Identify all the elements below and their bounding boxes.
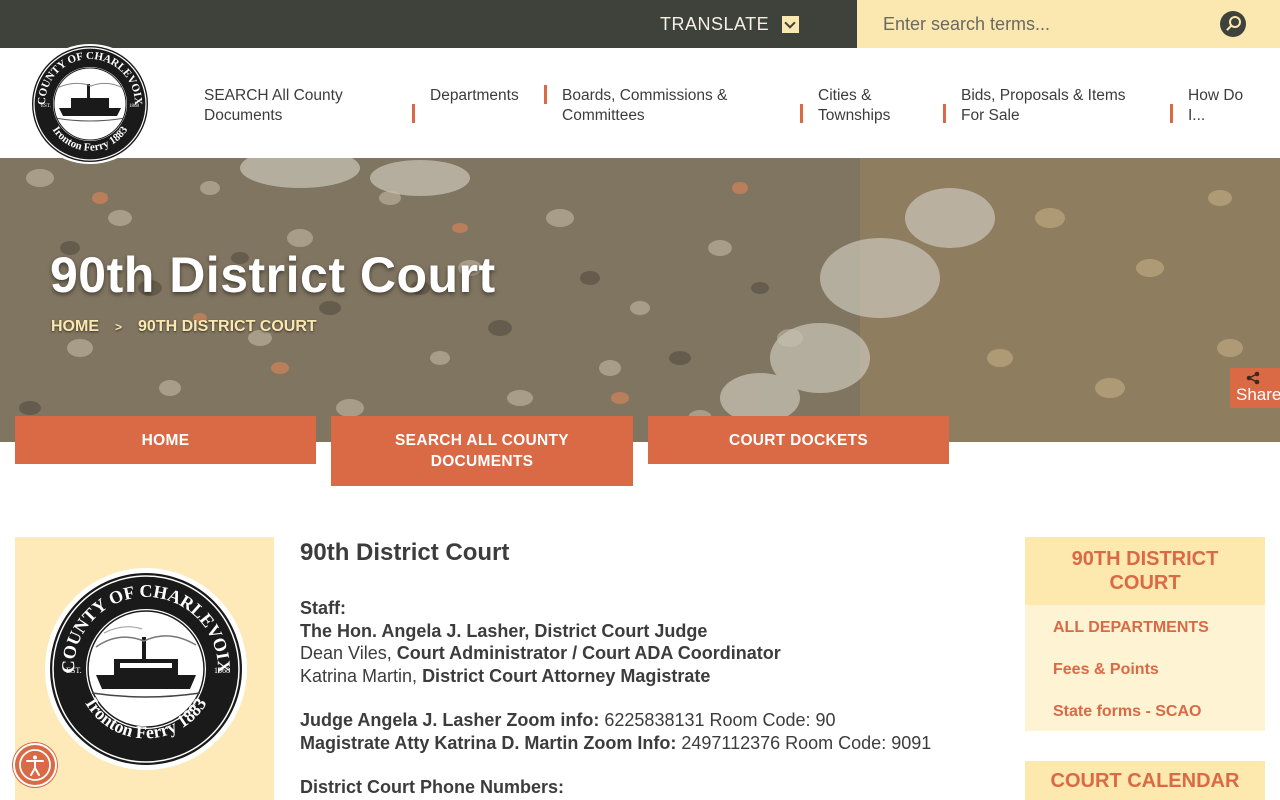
phone-numbers-label: District Court Phone Numbers:	[300, 777, 565, 797]
translate-button[interactable]: TRANSLATE	[660, 12, 800, 36]
share-button[interactable]: Share	[1230, 368, 1280, 408]
main-content: 90th District Court Staff: The Hon. Ange…	[300, 537, 1000, 799]
chevron-down-icon	[782, 15, 800, 33]
breadcrumb-current: 90TH DISTRICT COURT	[138, 318, 317, 335]
sidebar-link-all-departments[interactable]: ALL DEPARTMENTS	[1025, 607, 1265, 649]
search-input[interactable]	[857, 0, 1207, 48]
breadcrumb-home[interactable]: HOME	[51, 318, 99, 336]
sidebar: 90TH DISTRICT COURT ALL DEPARTMENTS Fees…	[1025, 537, 1265, 800]
nav-departments[interactable]: Departments	[430, 86, 540, 106]
svg-text:EST.: EST.	[66, 666, 82, 675]
translate-label: TRANSLATE	[660, 13, 770, 34]
share-icon	[1246, 371, 1260, 385]
svg-text:EST.: EST.	[41, 104, 51, 109]
svg-text:1868: 1868	[129, 104, 140, 109]
breadcrumb: HOME > 90TH DISTRICT COURT	[51, 318, 317, 336]
content-heading: 90th District Court	[300, 539, 510, 566]
sidebar-link-fees-points[interactable]: Fees & Points	[1025, 649, 1265, 691]
nav-search-all-county-documents[interactable]: SEARCH All County Documents	[204, 86, 379, 126]
staff-label: Staff:	[300, 598, 346, 618]
nav-divider	[412, 104, 415, 123]
county-seal-image: COUNTY OF CHARLEVOIX Ironton Ferry 1883 …	[45, 568, 247, 770]
nav-boards-commissions[interactable]: Boards, Commissions & Committees	[562, 86, 762, 126]
nav-divider	[943, 104, 946, 123]
county-seal-logo[interactable]: COUNTY OF CHARLEVOIX Ironton Ferry 1883 …	[25, 44, 155, 164]
search-bar	[857, 0, 1280, 48]
accessibility-button[interactable]	[13, 743, 57, 787]
top-bar: TRANSLATE	[0, 0, 1280, 48]
judge-zoom-info: Judge Angela J. Lasher Zoom info: 622583…	[300, 710, 836, 730]
search-icon[interactable]	[1220, 11, 1246, 37]
nav-bids-proposals[interactable]: Bids, Proposals & Items For Sale	[961, 86, 1151, 126]
page-title: 90th District Court	[50, 247, 496, 303]
nav-cities-townships[interactable]: Cities & Townships	[818, 86, 918, 126]
svg-text:1868: 1868	[214, 666, 230, 675]
nav-how-do-i[interactable]: How Do I...	[1188, 86, 1264, 126]
home-button[interactable]: HOME	[15, 416, 316, 464]
sidebar-links: ALL DEPARTMENTS Fees & Points State form…	[1025, 605, 1265, 731]
court-dockets-button[interactable]: COURT DOCKETS	[648, 416, 949, 464]
accessibility-icon	[19, 749, 51, 781]
court-calendar-title[interactable]: COURT CALENDAR	[1025, 761, 1265, 800]
search-all-county-documents-button[interactable]: SEARCH ALL COUNTY DOCUMENTS	[331, 416, 633, 486]
staff-magistrate: Katrina Martin, District Court Attorney …	[300, 665, 711, 686]
staff-administrator: Dean Viles, Court Administrator / Court …	[300, 643, 781, 663]
nav-divider	[1170, 104, 1173, 123]
sidebar-title[interactable]: 90TH DISTRICT COURT	[1025, 537, 1265, 605]
breadcrumb-separator: >	[115, 320, 123, 334]
nav-divider	[544, 85, 547, 104]
sidebar-link-state-forms[interactable]: State forms - SCAO	[1025, 691, 1265, 733]
nav-divider	[800, 104, 803, 123]
magistrate-zoom-info: Magistrate Atty Katrina D. Martin Zoom I…	[300, 732, 932, 753]
staff-judge: The Hon. Angela J. Lasher, District Cour…	[300, 620, 708, 641]
share-label: Share	[1236, 385, 1280, 404]
